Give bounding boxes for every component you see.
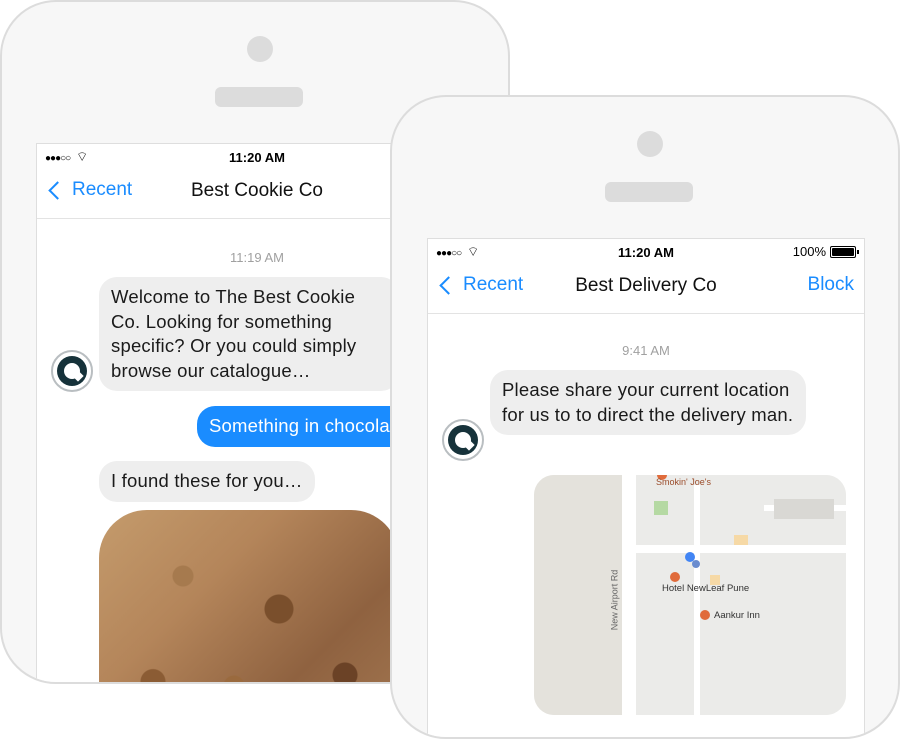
speaker xyxy=(605,182,693,202)
location-dot-icon xyxy=(685,552,695,562)
camera xyxy=(637,131,663,157)
battery-icon xyxy=(830,245,859,258)
hotel-pin-icon xyxy=(692,560,700,568)
hotel-marker-icon xyxy=(670,572,680,582)
map-label-road: New Airport Rd xyxy=(609,569,620,631)
map-park xyxy=(654,501,668,515)
message-bubble-bot: Welcome to The Best Cookie Co. Looking f… xyxy=(99,277,399,391)
hotel-marker-icon xyxy=(700,610,710,620)
right-phone-screen: ●●●○○ ⌔ 11:20 AM 100% Recent Best Delive… xyxy=(427,238,865,737)
map-building xyxy=(774,499,834,519)
map-label-aankur: Aankur Inn xyxy=(714,610,760,621)
map-building xyxy=(734,535,748,545)
cookies-image[interactable] xyxy=(99,510,399,682)
bot-avatar xyxy=(442,419,484,461)
status-bar: ●●●○○ ⌔ 11:20 AM 100% xyxy=(428,239,864,263)
avatar-tail xyxy=(463,439,475,451)
map-label-hotel: Hotel NewLeaf Pune xyxy=(662,583,750,594)
camera xyxy=(247,36,273,62)
map-road xyxy=(622,475,636,715)
battery-status: 100% xyxy=(792,244,859,259)
map-label-smokin: Smokin' Joe's xyxy=(656,477,711,487)
message-bubble-bot: I found these for you… xyxy=(99,461,315,502)
right-phone-frame: ●●●○○ ⌔ 11:20 AM 100% Recent Best Delive… xyxy=(390,95,900,739)
block-button[interactable]: Block xyxy=(808,274,854,296)
battery-percent: 100% xyxy=(792,244,826,259)
chat-title: Best Delivery Co xyxy=(575,275,717,296)
bot-avatar xyxy=(51,350,93,392)
speaker xyxy=(215,87,303,107)
chat-timestamp: 9:41 AM xyxy=(622,343,670,358)
map-graphic xyxy=(534,475,846,715)
nav-bar: Recent Best Delivery Co Block xyxy=(428,263,864,314)
map-road xyxy=(636,545,846,553)
map-road xyxy=(694,485,700,715)
avatar-tail xyxy=(72,370,84,382)
location-map[interactable]: Smokin' Joe's Hotel NewLeaf Pune Aankur … xyxy=(534,475,846,715)
message-bubble-bot: Please share your current location for u… xyxy=(490,370,806,435)
